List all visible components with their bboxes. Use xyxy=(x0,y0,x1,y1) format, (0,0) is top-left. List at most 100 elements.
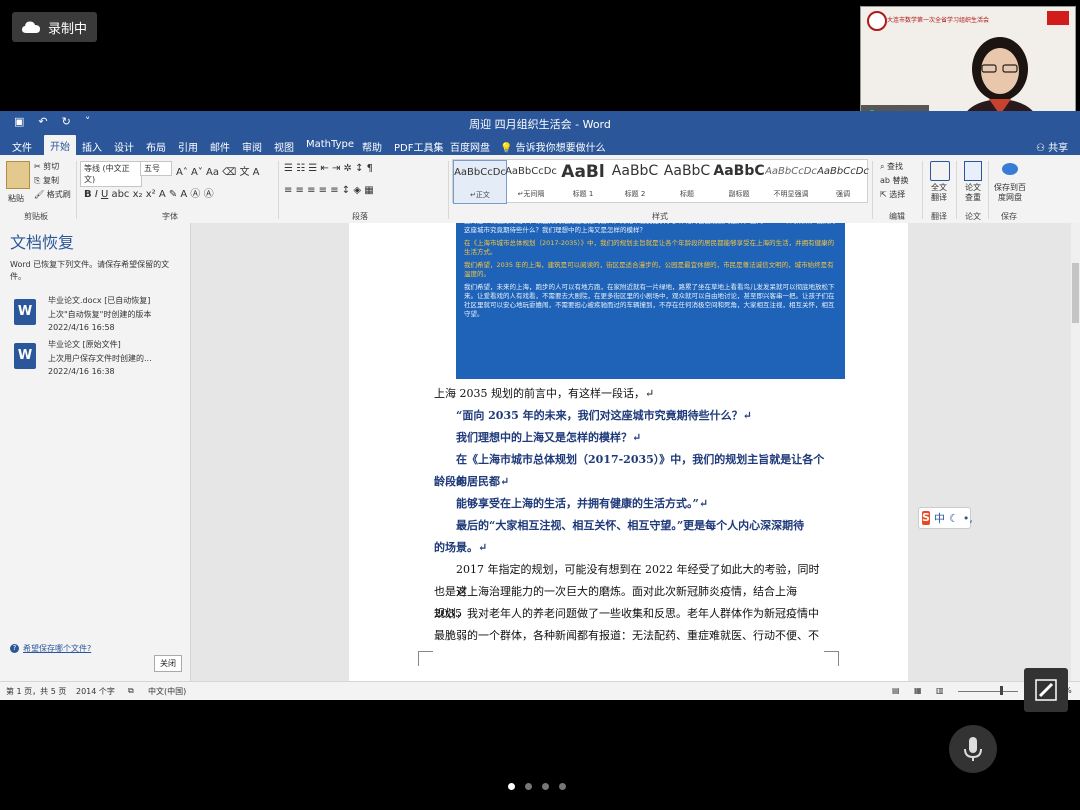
style-normal[interactable]: AaBbCcDc ↵正文 xyxy=(453,160,507,204)
mic-button[interactable] xyxy=(949,725,997,773)
tab-insert[interactable]: 插入 xyxy=(82,139,102,154)
translate-full-button[interactable]: 全文翻译 xyxy=(928,183,950,203)
style-preview: AaBbCcDc xyxy=(817,166,869,177)
tab-design[interactable]: 设计 xyxy=(114,139,134,154)
ribbon-divider xyxy=(988,161,989,219)
language-status[interactable]: 中文(中国) xyxy=(148,686,186,697)
share-button[interactable]: ⚇ 共享 xyxy=(1036,139,1068,154)
proofing-icon[interactable]: ⧉ xyxy=(128,686,134,696)
sogou-icon: S xyxy=(922,511,930,525)
file-name: 毕业论文.docx [已自动恢复] xyxy=(48,296,151,305)
recording-badge[interactable]: 录制中 xyxy=(12,12,98,42)
select-button[interactable]: ⇱ 选择 xyxy=(880,189,905,200)
image-paragraph: 上海是个有魅力的城市，东西方文化交融碰撞的窗口，为城市居民提供了多样化的自由发展… xyxy=(464,223,836,234)
save-to-baidu-button[interactable]: 保存到百度网盘 xyxy=(992,183,1028,203)
recovery-close-button[interactable]: 关闭 xyxy=(154,655,182,672)
document-recovery-pane: 文档恢复 Word 已恢复下列文件。请保存希望保留的文件。 W 毕业论文.doc… xyxy=(0,223,191,681)
edit-group-label: 编辑 xyxy=(889,212,905,221)
tab-layout[interactable]: 布局 xyxy=(146,139,166,154)
copy-button[interactable]: ⎘ 复制 xyxy=(34,175,59,186)
tab-mathtype[interactable]: MathType xyxy=(306,139,354,150)
page-dot-active[interactable] xyxy=(508,783,515,790)
style-subtitle[interactable]: AaBbC 副标题 xyxy=(713,160,765,202)
recovered-file-item[interactable]: W 毕业论文.docx [已自动恢复] 上次"自动恢复"时创建的版本 2022/… xyxy=(14,295,184,339)
which-file-link[interactable]: ? 希望保存哪个文件? xyxy=(10,643,91,654)
file-description: 上次用户保存文件时创建的... xyxy=(48,354,152,363)
read-mode-icon[interactable]: ▤ xyxy=(892,686,900,695)
grow-font-icon[interactable]: A˄ A˅ Aa ⌫ 文 A xyxy=(176,163,260,178)
page-indicator xyxy=(508,783,566,790)
style-preview: AaBbCcDc xyxy=(454,167,506,178)
document-line: 能够享受在上海的生活，并拥有健康的生活方式。”↵ xyxy=(456,497,709,510)
tab-home[interactable]: 开始 xyxy=(44,135,76,156)
original-file-item[interactable]: W 毕业论文 [原始文件] 上次用户保存文件时创建的... 2022/4/16 … xyxy=(14,339,184,383)
select-label: 选择 xyxy=(889,190,906,199)
word-file-icon: W xyxy=(14,343,36,369)
replace-button[interactable]: ab 替换 xyxy=(880,175,909,186)
moon-icon[interactable]: ☾ xyxy=(949,512,959,525)
style-preview: AaBbCcDc xyxy=(765,166,817,177)
format-painter-button[interactable]: 🖌 格式刷 xyxy=(34,189,71,200)
font-size-select[interactable]: 五号 xyxy=(140,161,172,176)
recovery-title: 文档恢复 xyxy=(10,233,75,252)
tab-help[interactable]: 帮助 xyxy=(362,139,382,154)
tab-review[interactable]: 审阅 xyxy=(242,139,262,154)
ribbon-divider xyxy=(448,161,449,219)
word-count[interactable]: 2014 个字 xyxy=(76,686,115,697)
zoom-slider-thumb[interactable] xyxy=(1000,686,1003,695)
page-dot[interactable] xyxy=(525,783,532,790)
style-emphasis[interactable]: AaBbCcDc 强调 xyxy=(817,160,869,202)
paste-button[interactable]: 粘贴 xyxy=(8,193,24,204)
tab-file[interactable]: 文件 xyxy=(12,139,32,154)
web-layout-icon[interactable]: ▥ xyxy=(936,686,944,695)
find-button[interactable]: ⌕ 查找 xyxy=(880,161,903,172)
ime-toolbar[interactable]: S 中 ☾ •, xyxy=(918,507,973,529)
style-name: 标题 2 xyxy=(624,190,646,198)
style-no-spacing[interactable]: AaBbCcDc ↵无间隔 xyxy=(505,160,557,202)
tell-me-search[interactable]: 💡 告诉我你想要做什么 xyxy=(500,139,606,154)
punctuation-icon[interactable]: •, xyxy=(963,512,973,525)
annotate-button[interactable] xyxy=(1024,668,1068,712)
page-dot[interactable] xyxy=(542,783,549,790)
vertical-scrollbar[interactable] xyxy=(1071,223,1080,681)
document-line: 上海 2035 规划的前言中，有这样一段话，↵ xyxy=(434,387,655,400)
style-heading-1[interactable]: AaBl 标题 1 xyxy=(557,160,609,202)
clipboard-group-label: 剪贴板 xyxy=(24,212,48,221)
ribbon-divider xyxy=(956,161,957,219)
ime-mode-label[interactable]: 中 xyxy=(934,510,945,526)
microphone-icon xyxy=(964,737,982,761)
print-layout-icon[interactable]: ▦ xyxy=(914,686,922,695)
document-line: 最后的“大家相互注视、相互关怀、相互守望。”更是每个人内心深深期待 xyxy=(456,519,805,532)
scrollbar-thumb[interactable] xyxy=(1072,263,1079,323)
style-name: 不明显强调 xyxy=(773,190,809,198)
baidu-netdisk-icon xyxy=(1002,163,1018,175)
font-format-icons[interactable]: B I U abc x₂ x² A ✎ A Ⓐ Ⓐ xyxy=(84,185,214,200)
page-dot[interactable] xyxy=(559,783,566,790)
list-icons[interactable]: ☰ ☷ ☰ ⇤ ⇥ ✲ ↕ ¶ xyxy=(284,163,373,174)
cut-button[interactable]: ✂ 剪切 xyxy=(34,161,59,172)
word-window: ▣ ↶ ↻ ˅ 周迎 四月组织生活会 - Word 文件 开始 插入 设计 布局… xyxy=(0,111,1080,700)
school-banner-text: 大连市数学第一次全省学习组织生活会 xyxy=(887,17,990,24)
ribbon-divider xyxy=(76,161,77,219)
embedded-image[interactable]: 上海是个有魅力的城市，东西方文化交融碰撞的窗口，为城市居民提供了多样化的自由发展… xyxy=(456,223,845,379)
tab-mailings[interactable]: 邮件 xyxy=(210,139,230,154)
style-title[interactable]: AaBbC 标题 xyxy=(661,160,713,202)
image-paragraph: 我们希望，未来的上海，跑步的人可以有地方跑，在家附近就有一片绿地，路累了坐在草地… xyxy=(464,283,835,318)
document-line: 规划，我对老年人的养老问题做了一些收集和反思。老年人群体作为新冠疫情中 xyxy=(434,607,819,620)
font-name-select[interactable]: 等线 (中文正文) xyxy=(80,161,142,187)
paper-check-button[interactable]: 论文查重 xyxy=(962,183,984,203)
tab-view[interactable]: 视图 xyxy=(274,139,294,154)
zoom-slider[interactable] xyxy=(958,691,1018,692)
page-count[interactable]: 第 1 页，共 5 页 xyxy=(6,686,66,697)
tab-references[interactable]: 引用 xyxy=(178,139,198,154)
tab-pdf-tools[interactable]: PDF工具集 xyxy=(394,139,443,154)
recording-label: 录制中 xyxy=(48,21,88,37)
tab-baidu-netdisk[interactable]: 百度网盘 xyxy=(450,139,490,154)
style-heading-2[interactable]: AaBbC 标题 2 xyxy=(609,160,661,202)
style-subtle-emphasis[interactable]: AaBbCcDc 不明显强调 xyxy=(765,160,817,202)
cloud-icon xyxy=(22,21,40,33)
style-preview: AaBbCcDc xyxy=(505,166,557,177)
paste-icon[interactable] xyxy=(6,161,30,189)
participant-video[interactable]: 大连市数学第一次全省学习组织生活会 周迎 xyxy=(860,6,1076,128)
align-icons[interactable]: ≡ ≡ ≡ ≡ ≡ ↕ ◈ ▦ xyxy=(284,185,374,196)
